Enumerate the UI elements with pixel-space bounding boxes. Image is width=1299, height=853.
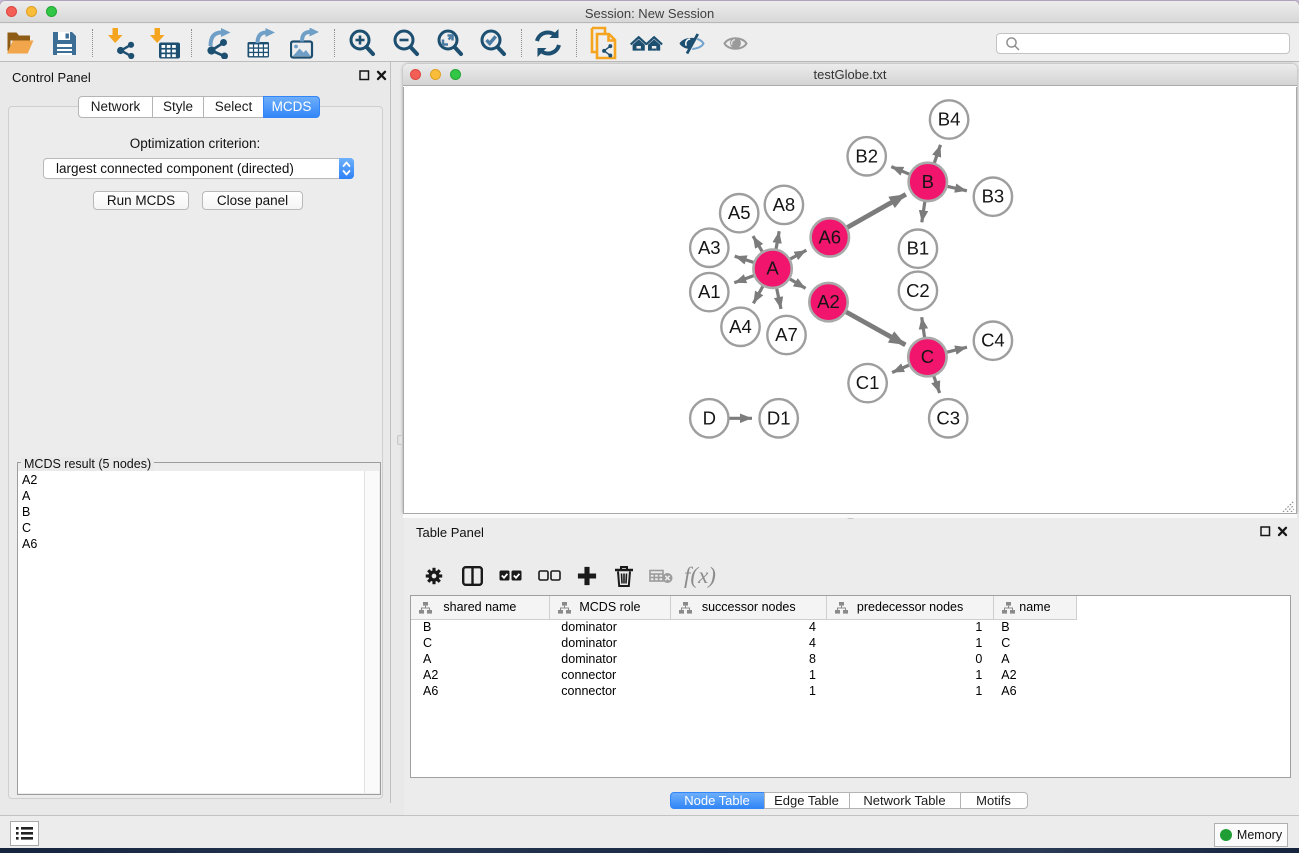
svg-text:A8: A8 <box>773 194 796 215</box>
svg-text:A: A <box>766 258 779 279</box>
svg-text:B3: B3 <box>982 186 1005 207</box>
svg-text:B4: B4 <box>938 109 961 130</box>
svg-text:A3: A3 <box>698 237 721 258</box>
svg-text:B1: B1 <box>907 238 930 259</box>
svg-text:A5: A5 <box>728 202 751 223</box>
svg-text:D1: D1 <box>767 407 791 428</box>
svg-text:A4: A4 <box>729 316 752 337</box>
svg-text:B: B <box>922 171 934 192</box>
svg-text:C4: C4 <box>981 330 1005 351</box>
svg-text:C2: C2 <box>906 280 930 301</box>
svg-text:A2: A2 <box>817 291 840 312</box>
svg-text:A1: A1 <box>698 281 721 302</box>
svg-text:C1: C1 <box>856 372 880 393</box>
svg-text:A6: A6 <box>818 226 841 247</box>
svg-text:C: C <box>921 346 934 367</box>
svg-text:A7: A7 <box>775 324 798 345</box>
svg-text:B2: B2 <box>855 145 878 166</box>
svg-text:C3: C3 <box>936 407 960 428</box>
svg-text:D: D <box>703 407 716 428</box>
